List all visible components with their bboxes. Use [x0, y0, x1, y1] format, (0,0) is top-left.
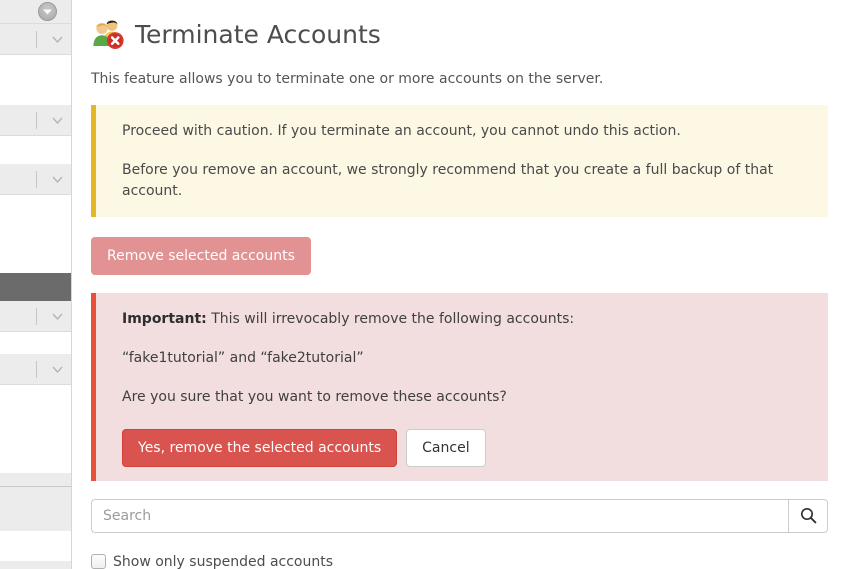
chevron-down-icon[interactable]: [49, 117, 65, 124]
app-root: Multiple tions e Backups tions IP le Acc…: [0, 0, 863, 569]
sidebar-footer-pad: [0, 531, 71, 561]
chevron-down-icon[interactable]: [49, 366, 65, 373]
sidebar-footer: anel, Inc. rks: [0, 486, 71, 569]
sidebar-group-divider: [36, 170, 37, 188]
confirm-remove-button[interactable]: Yes, remove the selected accounts: [122, 428, 398, 467]
sidebar-item-multiple-accounts[interactable]: le Accounts: [0, 245, 71, 273]
search-group: [91, 498, 828, 533]
sidebar-group-divider: [36, 30, 37, 48]
sidebar-group-divider: [36, 307, 37, 325]
remove-selected-wrap: Remove selected accounts: [91, 236, 828, 275]
search-icon: [800, 508, 816, 524]
sidebar-group-divider: [36, 111, 37, 129]
important-label: Important:: [122, 310, 207, 327]
warning-alert: Proceed with caution. If you terminate a…: [91, 105, 828, 217]
confirm-important-line: Important: This will irrevocably remove …: [122, 309, 810, 329]
sidebar-spacer-4: [0, 385, 71, 473]
sidebar-group-divider: [36, 360, 37, 378]
sidebar-spacer-3: [0, 332, 71, 354]
checkbox-icon[interactable]: [91, 554, 106, 569]
sidebar-group-2[interactable]: tions: [0, 164, 71, 195]
page-description: This feature allows you to terminate one…: [91, 71, 604, 87]
sidebar-group-label: tions: [0, 171, 36, 187]
chevron-down-circle-icon[interactable]: [38, 2, 57, 21]
sidebar-item-ip[interactable]: IP: [0, 195, 71, 223]
sidebar-collapse-row: [0, 0, 71, 24]
confirm-panel: Important: This will irrevocably remove …: [91, 292, 828, 481]
suspended-filter-row[interactable]: Show only suspended accounts: [91, 554, 828, 569]
sidebar: Multiple tions e Backups tions IP le Acc…: [0, 0, 72, 569]
footer-link-cpanel[interactable]: anel, Inc.: [0, 493, 71, 512]
confirm-button-row: Yes, remove the selected accounts Cancel: [122, 428, 810, 467]
chevron-down-icon[interactable]: [49, 313, 65, 320]
search-input[interactable]: [91, 498, 788, 533]
confirm-question: Are you sure that you want to remove the…: [122, 389, 507, 406]
sidebar-item-backups[interactable]: e Backups: [0, 136, 71, 164]
confirm-accounts-line: “fake1tutorial” and “fake2tutorial”: [122, 350, 364, 367]
sidebar-group-4[interactable]: [0, 354, 71, 385]
page-header: Terminate Accounts: [91, 16, 828, 54]
important-text: This will irrevocably remove the followi…: [206, 310, 575, 327]
terminate-accounts-icon: [91, 16, 125, 54]
chevron-down-icon[interactable]: [49, 36, 65, 43]
footer-link-trademarks[interactable]: rks: [0, 512, 71, 531]
warning-line-1: Proceed with caution. If you terminate a…: [122, 123, 681, 139]
sidebar-item-terminate-accounts[interactable]: ounts: [0, 273, 71, 301]
warning-line-2: Before you remove an account, we strongl…: [122, 162, 774, 199]
sidebar-group-3[interactable]: [0, 301, 71, 332]
remove-selected-accounts-button[interactable]: Remove selected accounts: [91, 236, 311, 275]
search-button[interactable]: [788, 498, 828, 533]
cancel-button[interactable]: Cancel: [406, 428, 486, 467]
sidebar-group-0[interactable]: [0, 24, 71, 55]
sidebar-spacer-2: [0, 223, 71, 245]
suspended-filter-label: Show only suspended accounts: [113, 553, 334, 569]
sidebar-spacer-1: [0, 83, 71, 105]
sidebar-item-multiple[interactable]: Multiple: [0, 55, 71, 83]
sidebar-group-1[interactable]: tions: [0, 105, 71, 136]
chevron-down-icon[interactable]: [49, 176, 65, 183]
page-title: Terminate Accounts: [135, 20, 381, 50]
main-content: Terminate Accounts This feature allows y…: [73, 0, 863, 569]
